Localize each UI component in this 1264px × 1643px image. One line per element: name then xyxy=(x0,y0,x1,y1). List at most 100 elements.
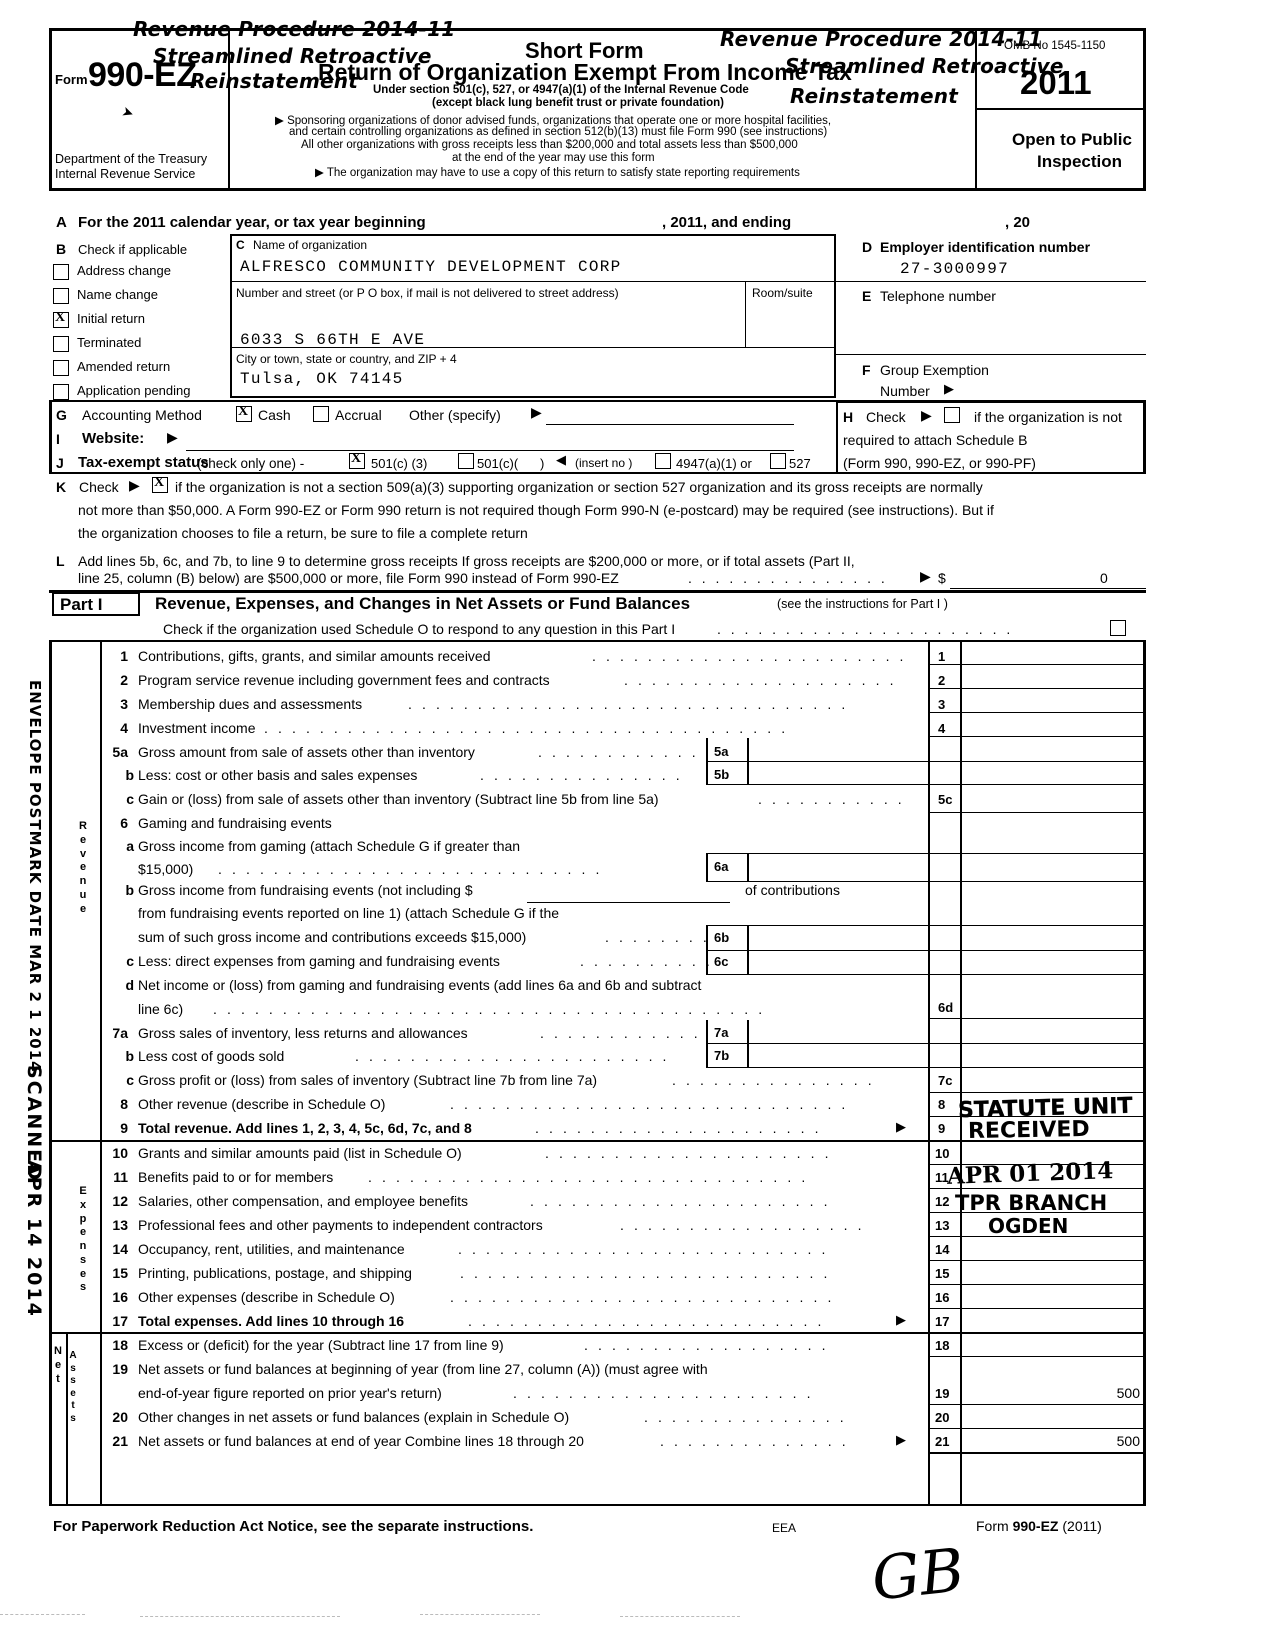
row-value-19[interactable]: 500 xyxy=(970,1385,1140,1401)
footer-form-suffix: (2011) xyxy=(1058,1518,1102,1534)
scan-artifact-1 xyxy=(0,1614,85,1615)
stamp-received: RECEIVED xyxy=(967,1116,1090,1145)
row-value-21[interactable]: 500 xyxy=(970,1433,1140,1449)
section-f-label: Group Exemption xyxy=(880,362,989,378)
row-rule-5c xyxy=(928,812,1146,814)
checkbox-box-application-pending[interactable] xyxy=(53,384,69,400)
section-b-letter: B xyxy=(56,241,67,257)
bullet-1: ▶ Sponsoring organizations of donor advi… xyxy=(275,113,831,127)
table-top-rule xyxy=(49,640,1146,643)
row-dots-20: . . . . . . . . . . . . . . . xyxy=(644,1409,847,1425)
row-dots-3: . . . . . . . . . . . . . . . . . . . . … xyxy=(408,696,849,712)
row-label-11: Benefits paid to or for members xyxy=(138,1169,334,1185)
row-label-5c: Gain or (loss) from sale of assets other… xyxy=(138,791,659,807)
checkbox-box-4947a1[interactable] xyxy=(655,453,671,469)
website-input[interactable] xyxy=(186,450,794,452)
row-num-13: 13 xyxy=(112,1217,128,1233)
row-rule-5b xyxy=(706,784,1146,786)
row-label-7b: Less cost of goods sold xyxy=(138,1048,285,1064)
line6b-input[interactable] xyxy=(527,902,730,904)
row-num-19: 19 xyxy=(112,1361,128,1377)
ein-value[interactable]: 27-3000997 xyxy=(900,260,1009,278)
orgbox-rule-1 xyxy=(232,281,834,283)
org-street-value[interactable]: 6033 S 66TH E AVE xyxy=(240,331,425,349)
section-l-dots: . . . . . . . . . . . . . . . xyxy=(688,570,888,586)
row-sub-7b: b xyxy=(125,1048,134,1064)
row-dots-18: . . . . . . . . . . . . . . . . . . xyxy=(584,1337,829,1353)
under-section-text: Under section 501(c), 527, or 4947(a)(1)… xyxy=(373,84,749,96)
part1-label: Part I xyxy=(60,595,103,614)
row-num-12: 12 xyxy=(112,1193,128,1209)
org-name-label: Name of organization xyxy=(253,238,368,252)
checkbox-box-terminated[interactable] xyxy=(53,336,69,352)
bullet-arrow-icon-2: ▶ xyxy=(315,167,324,179)
row-rule-1 xyxy=(928,664,1146,666)
open-to-public-line2: Inspection xyxy=(1037,152,1123,171)
linenum-col-right xyxy=(960,640,962,1504)
section-f-number-label: Number xyxy=(880,383,930,399)
section-g-other-input[interactable] xyxy=(546,424,794,426)
section-l-letter: L xyxy=(56,553,65,569)
org-city-value[interactable]: Tulsa, OK 74145 xyxy=(240,370,404,388)
section-l-arrow-icon: ▶ xyxy=(920,568,931,584)
row-dots-11: . . . . . . . . . . . . . . . . . . . . … xyxy=(368,1169,809,1185)
scan-artifact-3 xyxy=(420,1614,540,1615)
checkbox-label-501c3: 501(c) (3) xyxy=(371,456,428,471)
row-dots-6b: . . . . . . . . xyxy=(605,929,710,945)
checkbox-label-cash: Cash xyxy=(258,407,291,423)
checkbox-box-accrual[interactable] xyxy=(313,406,329,422)
row-rule-7c xyxy=(928,1092,1146,1094)
revproc-stamp-4a: Streamlined Retroactive xyxy=(785,54,1064,78)
row-boxnum-7c: 7c xyxy=(938,1073,953,1088)
revproc-stamp-2a: Streamlined Retroactive xyxy=(153,44,432,68)
row-num-17: 17 xyxy=(112,1313,128,1329)
section-d-label: Employer identification number xyxy=(880,239,1091,255)
checkbox-box-schedule-b[interactable] xyxy=(944,407,960,423)
checkbox-box-address-change[interactable] xyxy=(53,264,69,280)
checkbox-box-527[interactable] xyxy=(770,453,786,469)
checkbox-box-501c[interactable] xyxy=(458,453,474,469)
stamp-ogden: OGDEN xyxy=(988,1214,1069,1238)
gj-right-rule xyxy=(1143,400,1146,472)
row-label-6d2: line 6c) xyxy=(138,1001,184,1017)
row-arrow-21-icon: ▶ xyxy=(896,1432,906,1447)
org-name-value[interactable]: ALFRESCO COMMUNITY DEVELOPMENT CORP xyxy=(240,258,622,276)
row-boxnum-6b: 6b xyxy=(714,930,730,945)
checkbox-label-amended-return: Amended return xyxy=(77,359,171,374)
row-label-18: Excess or (deficit) for the year (Subtra… xyxy=(138,1337,504,1353)
gj-left-rule xyxy=(49,400,52,472)
h-top-rule xyxy=(836,401,1146,403)
checkbox-box-schedule-o-part1[interactable] xyxy=(1110,620,1126,636)
checkbox-box-509a3[interactable] xyxy=(152,475,168,493)
row-label-6: Gaming and fundraising events xyxy=(138,815,332,831)
section-g-letter: G xyxy=(56,407,67,423)
row-rule-7a xyxy=(706,1043,1146,1045)
checkbox-box-name-change[interactable] xyxy=(53,288,69,304)
row-boxnum-3: 3 xyxy=(938,697,946,712)
checkbox-box-501c3[interactable] xyxy=(349,451,365,469)
row-rule-14 xyxy=(928,1260,1146,1262)
section-g-label: Accounting Method xyxy=(82,407,202,423)
section-a-letter: A xyxy=(56,214,67,231)
section-a-end: , 20 xyxy=(1005,214,1031,231)
section-k-line3: the organization chooses to file a retur… xyxy=(78,525,528,541)
row-label-7c: Gross profit or (loss) from sales of inv… xyxy=(138,1072,598,1088)
section-l-value[interactable]: 0 xyxy=(1100,570,1108,586)
row-boxnum-17: 17 xyxy=(935,1314,950,1329)
sub-col-6a xyxy=(706,853,708,881)
checkbox-box-initial-return[interactable] xyxy=(53,310,69,328)
row-num-3: 3 xyxy=(120,696,128,712)
checkbox-box-cash[interactable] xyxy=(236,404,252,422)
row-sub-6c: c xyxy=(126,953,134,969)
checkbox-box-amended-return[interactable] xyxy=(53,360,69,376)
section-f-arrow-icon: ▶ xyxy=(944,381,954,396)
row-label-14: Occupancy, rent, utilities, and maintena… xyxy=(138,1241,405,1257)
row-num-1: 1 xyxy=(120,648,128,664)
row-dots-9: . . . . . . . . . . . . . . . . . . . . … xyxy=(535,1120,822,1136)
row-dots-10: . . . . . . . . . . . . . . . . . . . . … xyxy=(545,1145,832,1161)
row-dots-13: . . . . . . . . . . . . . . . . . . xyxy=(620,1217,865,1233)
row-dots-2: . . . . . . . . . . . . . . . . . . . . xyxy=(624,672,897,688)
row-boxnum-16: 16 xyxy=(935,1290,950,1305)
section-c-letter: C xyxy=(236,238,245,252)
checkbox-label-527: 527 xyxy=(789,456,811,471)
